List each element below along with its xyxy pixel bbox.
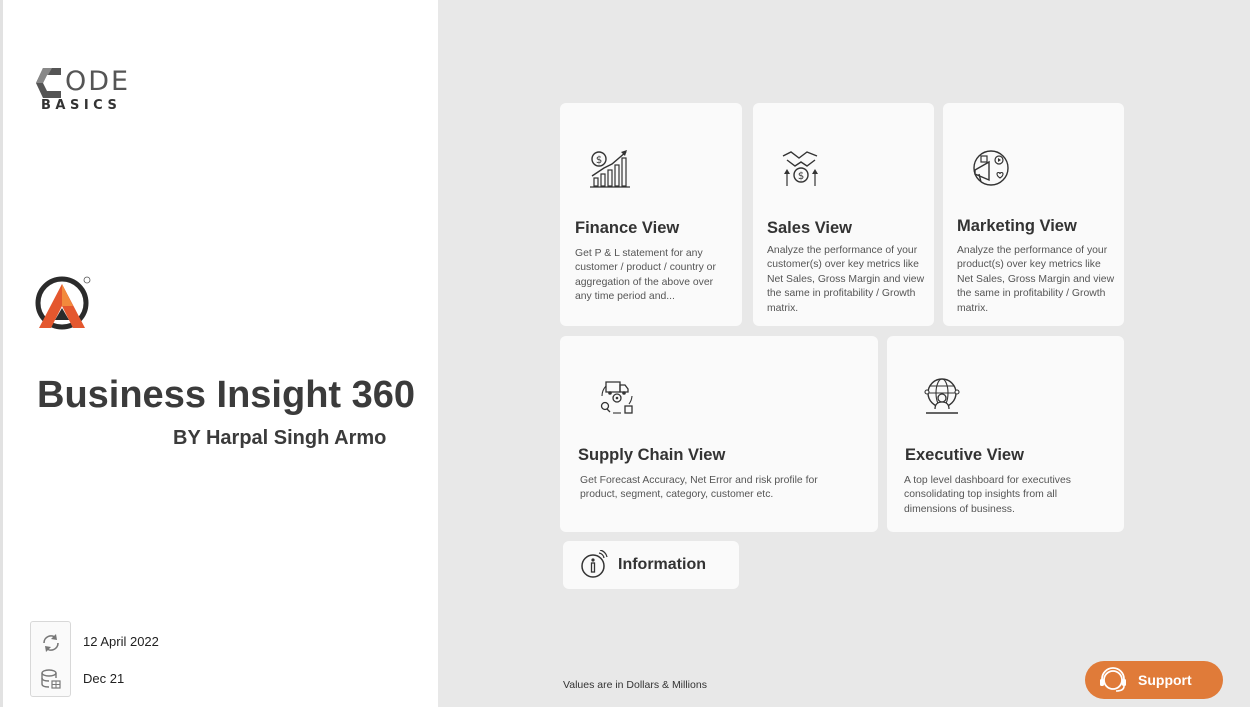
headset-icon — [1100, 667, 1126, 692]
atliq-logo-icon — [35, 276, 91, 330]
refresh-date: 12 April 2022 — [83, 634, 159, 649]
finance-chart-icon: $ — [590, 150, 630, 188]
card-title: Executive View — [905, 446, 1024, 464]
card-description: Get P & L statement for any customer / p… — [575, 248, 716, 303]
report-author: BY Harpal Singh Armo — [173, 427, 387, 449]
megaphone-icon — [973, 150, 1009, 186]
codebasics-basics-text: BASICS — [41, 98, 122, 113]
card-title: Finance View — [575, 219, 680, 237]
report-title: Business Insight 360 — [37, 374, 416, 416]
card-description: Analyze the performance of your product(… — [957, 245, 1115, 314]
svg-text:$: $ — [596, 155, 602, 166]
information-button[interactable]: Information — [563, 541, 739, 589]
refresh-icon[interactable] — [40, 632, 62, 654]
svg-text:$: $ — [798, 171, 804, 182]
supply-chain-view-card[interactable]: Supply Chain View Get Forecast Accuracy,… — [560, 336, 878, 532]
card-description: Analyze the performance of your customer… — [767, 245, 925, 314]
database-icon[interactable] — [40, 668, 62, 690]
finance-view-card[interactable]: $ Finance View Get P & L statement for a… — [560, 103, 742, 326]
support-button[interactable]: Support — [1085, 661, 1223, 699]
data-period: Dec 21 — [83, 671, 125, 686]
support-label: Support — [1138, 672, 1192, 688]
globe-executive-icon — [924, 378, 960, 414]
card-title: Sales View — [767, 219, 853, 237]
card-title: Marketing View — [957, 217, 1077, 235]
left-panel: ODE BASICS Business Insight 360 BY Harpa… — [0, 0, 438, 707]
card-description: Get Forecast Accuracy, Net Error and ris… — [580, 475, 818, 501]
meta-icon-box — [30, 621, 71, 697]
supply-chain-icon — [600, 381, 633, 414]
card-title: Supply Chain View — [578, 446, 726, 464]
values-footnote: Values are in Dollars & Millions — [563, 679, 707, 691]
information-label: Information — [618, 556, 706, 573]
handshake-dollar-icon: $ — [782, 151, 818, 186]
codebasics-c-icon — [36, 68, 61, 98]
card-description: A top level dashboard for executives con… — [904, 475, 1071, 515]
codebasics-code-text: ODE — [65, 66, 131, 97]
executive-view-card[interactable]: Executive View A top level dashboard for… — [887, 336, 1124, 532]
info-icon — [581, 550, 608, 578]
marketing-view-card[interactable]: Marketing View Analyze the performance o… — [943, 103, 1124, 326]
codebasics-logo: ODE BASICS — [35, 66, 145, 118]
sales-view-card[interactable]: $ Sales View Analyze the performance of … — [753, 103, 934, 326]
